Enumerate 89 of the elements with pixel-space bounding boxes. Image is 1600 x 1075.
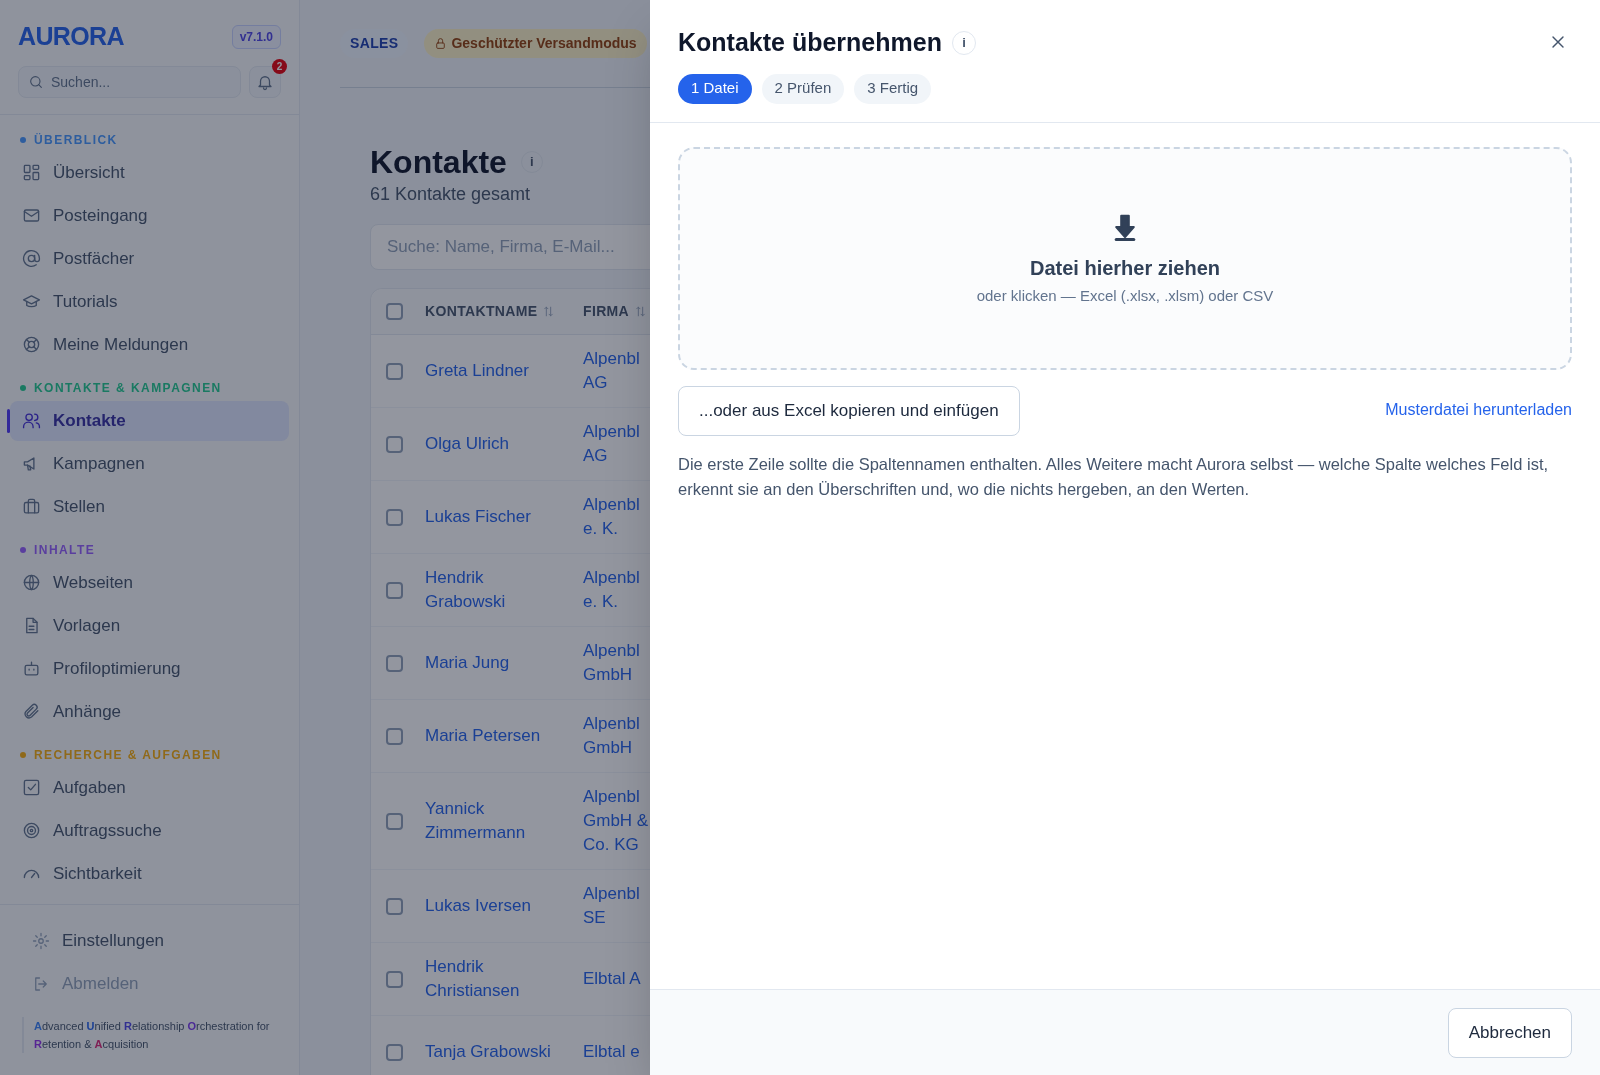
row-checkbox[interactable] [386, 970, 403, 988]
contact-name-link[interactable]: Hendrik Christiansen [425, 955, 565, 1003]
robot-icon [22, 659, 41, 678]
people-icon [22, 411, 41, 430]
row-checkbox[interactable] [386, 1043, 403, 1061]
row-checkbox[interactable] [386, 508, 403, 526]
contact-name-link[interactable]: Hendrik Grabowski [425, 566, 565, 614]
paste-button[interactable]: ...oder aus Excel kopieren und einfügen [678, 385, 1020, 436]
mode-badge: Geschützter Versandmodus [424, 29, 647, 58]
sidebar-item[interactable]: Posteingang [10, 195, 289, 236]
contact-name-link[interactable]: Tanja Grabowski [425, 1040, 565, 1064]
at-sign-icon [22, 249, 41, 268]
sidebar-item[interactable]: Übersicht [10, 152, 289, 193]
contact-name-link[interactable]: Yannick Zimmermann [425, 797, 565, 845]
sidebar-item[interactable]: Sichtbarkeit [10, 853, 289, 894]
company-link[interactable]: Alpenbl e. K. [583, 566, 650, 614]
sidebar-item[interactable]: Meine Meldungen [10, 324, 289, 365]
sample-download-link[interactable]: Musterdatei herunterladen [1385, 397, 1572, 422]
sidebar-item[interactable]: Anhänge [10, 691, 289, 732]
company-link[interactable]: Alpenbl SE [583, 882, 650, 930]
company-link[interactable]: Alpenbl GmbH [583, 712, 650, 760]
sidebar-item[interactable]: Profiloptimierung [10, 648, 289, 689]
contact-name-link[interactable]: Olga Ulrich [425, 432, 565, 456]
globe-icon [22, 573, 41, 592]
row-checkbox[interactable] [386, 435, 403, 453]
row-checkbox[interactable] [386, 897, 403, 915]
notification-badge: 2 [272, 58, 287, 74]
target-icon [22, 821, 41, 840]
tagline: Advanced Unified Relationship Orchestration for Retention & Acquisition [22, 1017, 277, 1053]
help-text: Die erste Zeile sollte die Spaltennamen enthalten. Alles Weitere macht Aurora selbst — welche Spalte welches Feld ist, erkennt sie an den Überschriften und, wo die nichts hergeben, an den Werten. [678, 453, 1550, 500]
step-tab[interactable]: 1 Datei [678, 73, 752, 104]
contact-name-link[interactable]: Maria Jung [425, 651, 565, 675]
company-link[interactable]: Alpenbl AG [583, 347, 650, 395]
sidebar-item[interactable]: Kontakte [10, 400, 289, 441]
search-field[interactable]: Suchen... [18, 65, 241, 98]
logout-icon [32, 974, 50, 993]
company-link[interactable]: Elbtal A [583, 967, 650, 991]
step-tab[interactable]: 3 Fertig [854, 73, 932, 104]
dropzone[interactable]: Datei hierher ziehen oder klicken — Excel (.xlsx, .xlsm) oder CSV [678, 146, 1572, 370]
dropzone-title: Datei hierher ziehen [1029, 255, 1221, 281]
row-checkbox[interactable] [386, 727, 403, 745]
company-link[interactable]: Alpenbl e. K. [583, 493, 650, 541]
grid-icon [22, 163, 41, 182]
row-checkbox[interactable] [386, 812, 403, 830]
column-header[interactable]: FIRMA [583, 301, 650, 322]
search-field[interactable]: Suche: Name, Firma, E-Mail... [370, 224, 650, 270]
company-link[interactable]: Elbtal e [583, 1040, 650, 1064]
row-checkbox[interactable] [386, 362, 403, 380]
select-all-checkbox[interactable] [386, 303, 403, 320]
envelope-icon [22, 206, 41, 225]
dropzone-hint: oder klicken — Excel (.xlsx, .xlsm) oder CSV [976, 285, 1274, 306]
sort-icon [542, 305, 556, 318]
lock-icon [434, 37, 448, 50]
row-checkbox[interactable] [386, 654, 403, 672]
sidebar-item[interactable]: Auftragssuche [10, 810, 289, 851]
checkbox-icon [22, 778, 41, 797]
sidebar-item[interactable]: Aufgaben [10, 767, 289, 808]
page-title: Kontakte [370, 143, 507, 182]
contact-name-link[interactable]: Lukas Iversen [425, 894, 565, 918]
sidebar-item[interactable]: Postfächer [10, 238, 289, 279]
cancel-button[interactable]: Abbrechen [1447, 1007, 1572, 1058]
sort-icon [634, 305, 648, 318]
sidebar-item[interactable]: Tutorials [10, 281, 289, 322]
version-badge: v7.1.0 [231, 24, 281, 49]
page-subtitle: 61 Kontakte gesamt [369, 183, 532, 206]
column-header[interactable]: KONTAKTNAME [425, 301, 583, 322]
sidebar-item[interactable]: Webseiten [10, 562, 289, 603]
sidebar-item[interactable]: Vorlagen [10, 605, 289, 646]
section-heading: ÜBERBLICK [34, 131, 118, 149]
contact-name-link[interactable]: Maria Petersen [425, 724, 565, 748]
company-link[interactable]: Alpenbl AG [583, 420, 650, 468]
sidebar-item[interactable]: Einstellungen [22, 919, 277, 962]
section-heading: INHALTE [34, 541, 96, 559]
section-heading: KONTAKTE & KAMPAGNEN [34, 379, 222, 397]
briefcase-icon [22, 497, 41, 516]
modal-title: Kontakte übernehmen [678, 27, 942, 58]
sidebar-item[interactable]: Kampagnen [10, 443, 289, 484]
contact-name-link[interactable]: Greta Lindner [425, 359, 565, 383]
paperclip-icon [22, 702, 41, 721]
search-icon [28, 73, 44, 90]
company-link[interactable]: Alpenbl GmbH [583, 639, 650, 687]
company-link[interactable]: Alpenbl GmbH & Co. KG [583, 785, 650, 857]
lifebuoy-icon [22, 335, 41, 354]
step-tab[interactable]: 2 Prüfen [761, 73, 845, 104]
row-checkbox[interactable] [386, 581, 403, 599]
sidebar-item[interactable]: Stellen [10, 486, 289, 527]
logo: AURORA [18, 21, 124, 52]
section-heading: RECHERCHE & AUFGABEN [34, 746, 222, 764]
contact-name-link[interactable]: Lukas Fischer [425, 505, 565, 529]
